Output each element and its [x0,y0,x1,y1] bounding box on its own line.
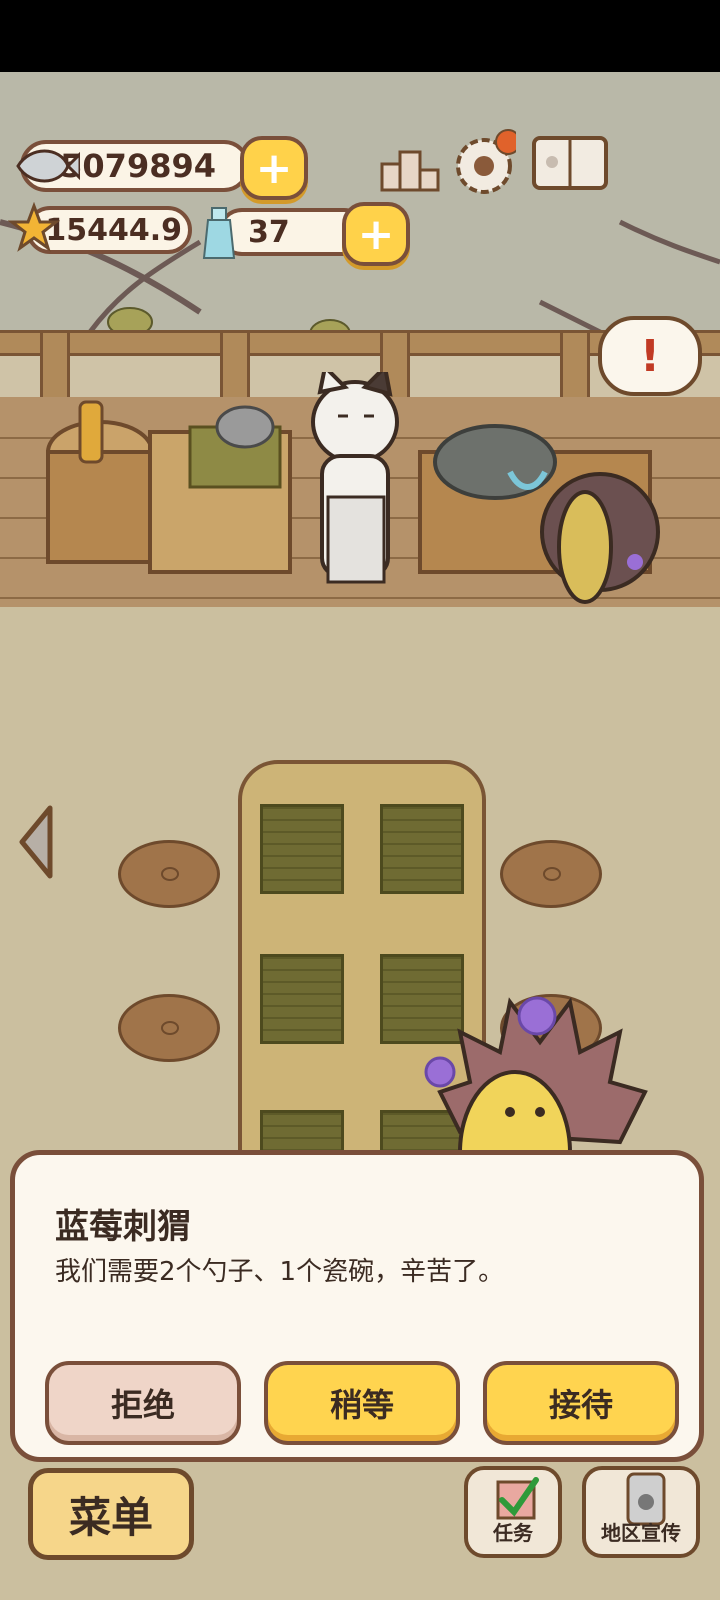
refuse-button[interactable]: 拒绝 [45,1361,241,1445]
alert-bubble[interactable]: ! [598,316,702,396]
place-mat[interactable] [260,954,344,1044]
settings-gear-icon[interactable] [452,129,516,194]
npc-name: 蓝莓刺猬 [55,1207,191,1247]
add-fish-button[interactable]: + [240,136,308,200]
teapot [215,405,275,449]
promotion-button[interactable]: 地区宣传 [582,1466,700,1558]
customer-dialog: 蓝莓刺猬 我们需要2个勺子、1个瓷碗，辛苦了。 拒绝 稍等 接待 [10,1150,704,1462]
promotion-label: 地区宣传 [601,1521,681,1545]
seat-cushion[interactable] [118,840,220,908]
seat-cushion[interactable] [118,994,220,1062]
bottle-icon [202,207,236,259]
place-mat[interactable] [380,804,464,894]
hedgehog-at-sink[interactable] [530,462,660,622]
tasks-label: 任务 [493,1521,533,1545]
ranking-icon[interactable] [378,136,442,200]
tasks-button[interactable]: 任务 [464,1466,562,1558]
fish-icon [16,149,80,183]
bottle-counter: 37 + [200,202,410,266]
status-bar [0,0,720,72]
fish-counter: 5079894 + [14,136,308,200]
npc-message: 我们需要2个勺子、1个瓷碗，辛苦了。 [55,1257,505,1287]
wait-button[interactable]: 稍等 [264,1361,460,1445]
place-mat[interactable] [260,804,344,894]
star-icon [8,202,60,252]
serve-button[interactable]: 接待 [483,1361,679,1445]
seat-cushion[interactable] [500,840,602,908]
star-counter: 15444.9 [8,202,192,262]
add-bottle-button[interactable]: + [342,202,410,266]
alert-mark: ! [639,330,661,382]
left-arrow-icon[interactable] [14,802,58,882]
chef-cat[interactable] [300,372,430,642]
paw-book-icon[interactable] [530,132,610,196]
menu-button[interactable]: 菜单 [28,1468,194,1560]
oil-bottle [78,400,104,464]
